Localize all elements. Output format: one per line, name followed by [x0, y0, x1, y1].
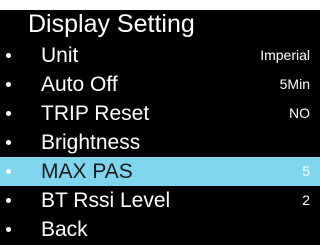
- settings-menu: Unit Imperial Auto Off 5Min TRIP Reset N…: [0, 41, 320, 244]
- menu-item-unit[interactable]: Unit Imperial: [0, 41, 320, 70]
- menu-item-label: TRIP Reset: [41, 102, 150, 125]
- bullet-icon: [6, 169, 11, 174]
- menu-item-label: MAX PAS: [41, 160, 133, 183]
- menu-item-value: 5Min: [279, 76, 310, 92]
- menu-item-value: 5: [302, 163, 310, 179]
- menu-item-bt-rssi-level[interactable]: BT Rssi Level 2: [0, 186, 320, 215]
- bullet-icon: [6, 53, 11, 58]
- menu-item-label: BT Rssi Level: [41, 189, 171, 212]
- menu-item-value: NO: [289, 105, 310, 121]
- menu-item-label: Unit: [41, 44, 79, 67]
- screen-title: Display Setting: [28, 10, 195, 38]
- bullet-icon: [6, 111, 11, 116]
- menu-item-trip-reset[interactable]: TRIP Reset NO: [0, 99, 320, 128]
- bullet-icon: [6, 198, 11, 203]
- bullet-icon: [6, 227, 11, 232]
- bullet-icon: [6, 82, 11, 87]
- menu-item-auto-off[interactable]: Auto Off 5Min: [0, 70, 320, 99]
- bullet-icon: [6, 140, 11, 145]
- menu-item-value: 2: [302, 192, 310, 208]
- menu-item-label: Brightness: [41, 131, 141, 154]
- menu-item-brightness[interactable]: Brightness: [0, 128, 320, 157]
- menu-item-value: Imperial: [260, 47, 310, 63]
- menu-item-label: Auto Off: [41, 73, 118, 96]
- menu-item-max-pas[interactable]: MAX PAS 5: [0, 157, 320, 186]
- display-screen: Display Setting Unit Imperial Auto Off 5…: [0, 0, 320, 245]
- menu-item-back[interactable]: Back: [0, 215, 320, 244]
- menu-item-label: Back: [41, 218, 88, 241]
